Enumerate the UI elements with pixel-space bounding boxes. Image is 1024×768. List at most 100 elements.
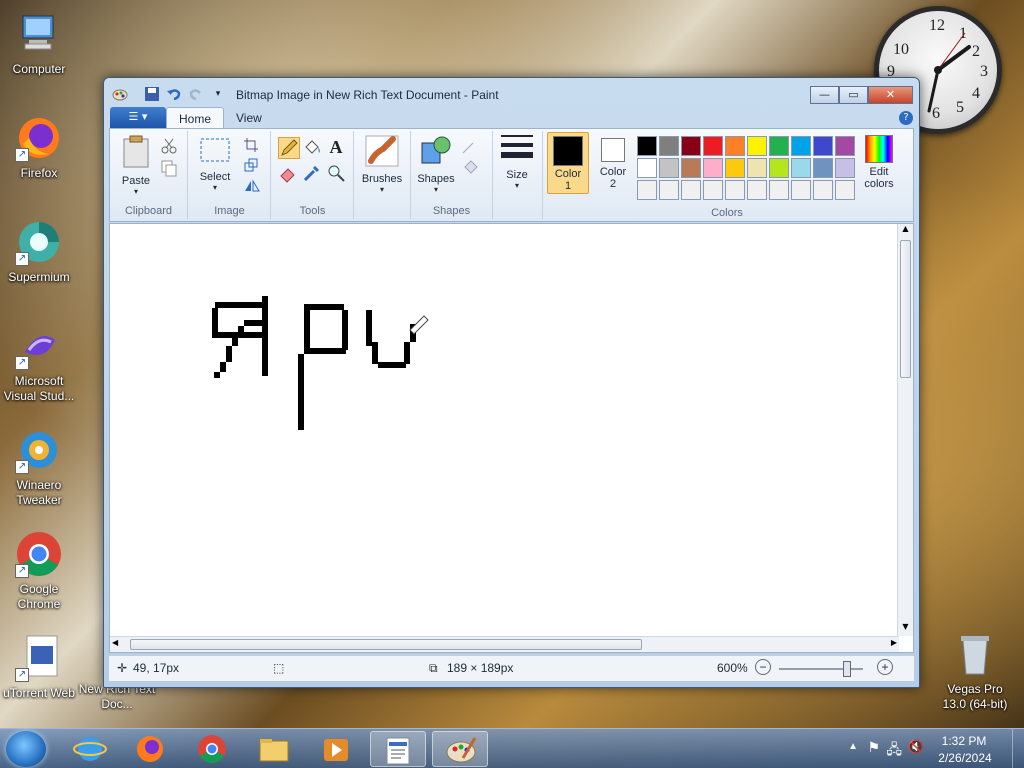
customize-qat-icon[interactable]: ▾ <box>210 86 226 102</box>
horizontal-scroll-thumb[interactable] <box>130 639 642 650</box>
vertical-scroll-thumb[interactable] <box>900 240 911 378</box>
taskbar-media-player[interactable] <box>308 731 364 767</box>
clock-date[interactable]: 2/26/2024 <box>930 751 1000 765</box>
color2-button[interactable]: Color 2 <box>592 132 634 194</box>
select-button[interactable]: Select ▾ <box>193 135 237 192</box>
zoom-out-icon[interactable]: − <box>755 659 771 675</box>
palette-swatch[interactable] <box>835 136 855 156</box>
palette-swatch[interactable] <box>813 180 833 200</box>
palette-swatch[interactable] <box>703 136 723 156</box>
palette-swatch[interactable] <box>659 158 679 178</box>
tab-view[interactable]: View <box>224 107 274 129</box>
desktop-icon-supermium[interactable]: ↗ Supermium <box>0 218 78 285</box>
desktop-icon-recycle-bin[interactable]: Vegas Pro 13.0 (64-bit) <box>936 630 1014 712</box>
desktop-icon-computer[interactable]: Computer <box>0 10 78 77</box>
title-bar[interactable]: ▾ Bitmap Image in New Rich Text Document… <box>104 78 919 108</box>
fill-icon[interactable] <box>302 137 322 157</box>
palette-swatch[interactable] <box>813 158 833 178</box>
edit-colors-button[interactable]: Edit colors <box>858 135 900 190</box>
zoom-in-icon[interactable]: + <box>877 659 893 675</box>
maximize-button[interactable]: ▭ <box>839 86 868 104</box>
palette-swatch[interactable] <box>769 158 789 178</box>
show-hidden-icons-icon[interactable]: ▲ <box>848 741 858 752</box>
paste-button[interactable]: Paste ▾ <box>116 135 156 196</box>
vertical-scrollbar[interactable]: ▲ ▼ <box>897 224 913 636</box>
palette-swatch[interactable] <box>813 136 833 156</box>
taskbar-wordpad[interactable] <box>370 731 426 767</box>
palette-swatch[interactable] <box>637 158 657 178</box>
palette-swatch[interactable] <box>703 180 723 200</box>
color-picker-icon[interactable] <box>302 163 322 183</box>
rotate-icon[interactable] <box>243 177 263 197</box>
taskbar-firefox[interactable] <box>122 731 178 767</box>
undo-icon[interactable] <box>166 86 182 102</box>
fill-shape-icon[interactable] <box>461 159 481 179</box>
drawing-canvas[interactable] <box>110 224 899 636</box>
start-button[interactable] <box>6 731 46 767</box>
palette-swatch[interactable] <box>681 136 701 156</box>
copy-icon[interactable] <box>160 159 180 179</box>
desktop-icon-chrome[interactable]: ↗ Google Chrome <box>0 530 78 612</box>
close-button[interactable]: ✕ <box>868 86 913 104</box>
scroll-right-icon[interactable]: ▶ <box>891 638 897 647</box>
desktop-icon-winaero[interactable]: ↗ Winaero Tweaker <box>0 426 78 508</box>
network-icon[interactable]: 🖧 <box>886 739 902 763</box>
outline-icon[interactable] <box>461 139 481 159</box>
scroll-up-icon[interactable]: ▲ <box>898 224 913 238</box>
help-icon[interactable]: ? <box>899 111 913 125</box>
paint-menu-button[interactable]: ☰ ▾ <box>110 107 166 128</box>
crop-icon[interactable] <box>243 137 263 157</box>
scroll-down-icon[interactable]: ▼ <box>898 622 913 636</box>
desktop-icon-visual-studio[interactable]: ↗ Microsoft Visual Stud... <box>0 322 78 404</box>
shapes-button[interactable]: Shapes ▾ <box>415 135 457 194</box>
palette-swatch[interactable] <box>725 180 745 200</box>
eraser-icon[interactable] <box>278 163 298 183</box>
scroll-left-icon[interactable]: ◀ <box>112 638 118 647</box>
palette-swatch[interactable] <box>747 158 767 178</box>
paint-app-icon[interactable] <box>112 86 128 102</box>
palette-swatch[interactable] <box>835 158 855 178</box>
canvas-scroll-area[interactable]: ▲ ▼ ◀ ▶ <box>109 223 914 653</box>
taskbar-internet-explorer[interactable] <box>62 731 118 767</box>
palette-swatch[interactable] <box>791 180 811 200</box>
text-icon[interactable]: A <box>326 137 346 157</box>
zoom-slider-thumb[interactable] <box>843 661 851 677</box>
palette-swatch[interactable] <box>725 136 745 156</box>
show-desktop-button[interactable] <box>1012 729 1024 768</box>
volume-muted-icon[interactable]: 🔇 <box>908 739 924 755</box>
clock-time[interactable]: 1:32 PM <box>934 734 994 748</box>
size-button[interactable]: Size ▾ <box>496 133 538 190</box>
horizontal-scrollbar[interactable]: ◀ ▶ <box>110 636 899 652</box>
palette-swatch[interactable] <box>681 158 701 178</box>
color1-button[interactable]: Color 1 <box>547 132 589 194</box>
palette-swatch[interactable] <box>747 136 767 156</box>
palette-swatch[interactable] <box>725 158 745 178</box>
save-icon[interactable] <box>144 86 160 102</box>
redo-icon[interactable] <box>188 86 204 102</box>
brushes-button[interactable]: Brushes ▾ <box>358 135 406 194</box>
magnifier-icon[interactable] <box>326 163 346 183</box>
palette-swatch[interactable] <box>703 158 723 178</box>
palette-swatch[interactable] <box>769 180 789 200</box>
palette-swatch[interactable] <box>637 136 657 156</box>
minimize-button[interactable]: — <box>810 86 839 104</box>
palette-swatch[interactable] <box>791 136 811 156</box>
taskbar-chrome[interactable] <box>184 731 240 767</box>
palette-swatch[interactable] <box>747 180 767 200</box>
desktop-icon-utorrent[interactable]: ↗ uTorrent Web <box>0 634 78 701</box>
tab-home[interactable]: Home <box>166 107 225 129</box>
palette-swatch[interactable] <box>791 158 811 178</box>
taskbar-paint[interactable] <box>432 731 488 767</box>
palette-swatch[interactable] <box>681 180 701 200</box>
palette-swatch[interactable] <box>659 136 679 156</box>
cut-icon[interactable] <box>160 137 180 157</box>
paint-window[interactable]: ▾ Bitmap Image in New Rich Text Document… <box>103 77 920 688</box>
taskbar-explorer[interactable] <box>246 731 302 767</box>
palette-swatch[interactable] <box>659 180 679 200</box>
resize-icon[interactable] <box>243 157 263 177</box>
palette-swatch[interactable] <box>769 136 789 156</box>
action-center-flag-icon[interactable]: ⚑ <box>867 739 880 756</box>
pencil-icon[interactable] <box>278 137 300 159</box>
desktop-icon-firefox[interactable]: ↗ Firefox <box>0 114 78 181</box>
palette-swatch[interactable] <box>835 180 855 200</box>
